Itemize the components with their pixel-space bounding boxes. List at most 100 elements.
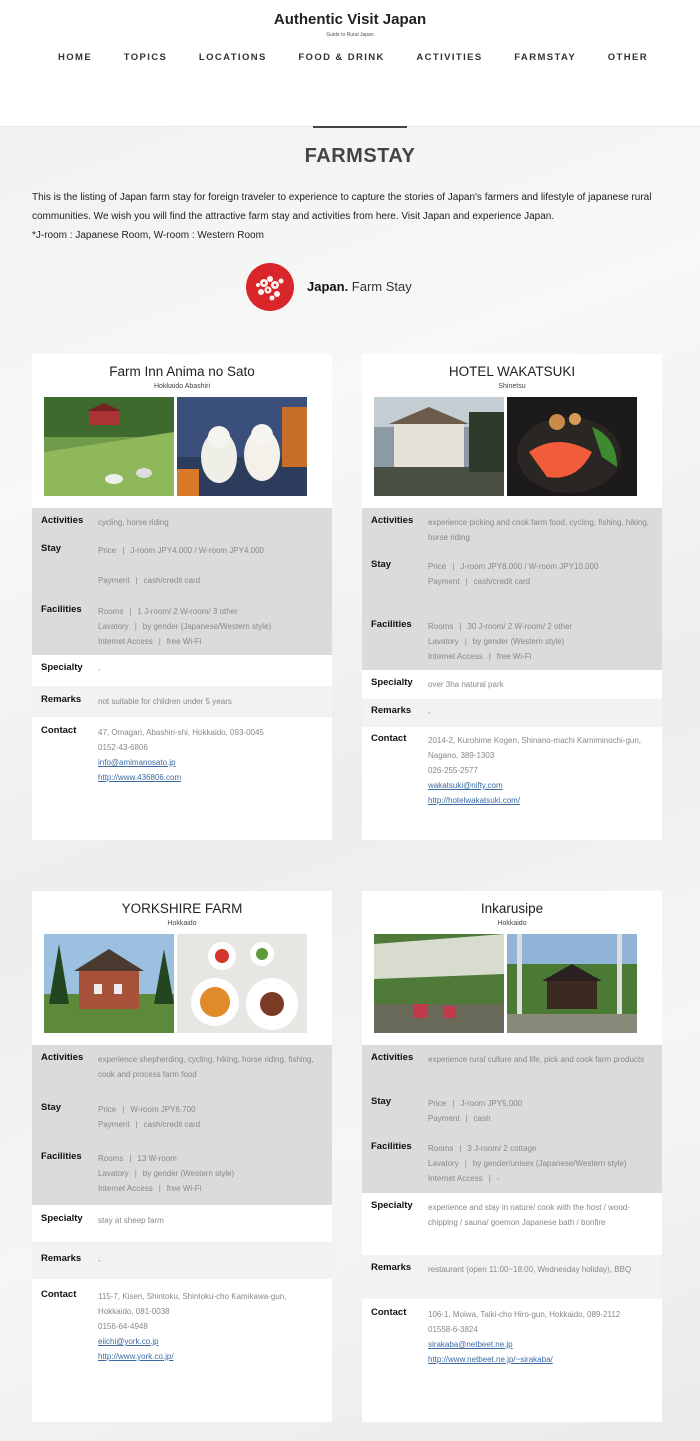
contact-website-link[interactable]: http://hotelwakatsuki.com/ — [428, 793, 650, 808]
payment-label: Payment — [428, 577, 460, 586]
specialty-label: Specialty — [41, 662, 83, 673]
activities-value: experience shepherding, cycling, hiking,… — [98, 1055, 314, 1079]
farm-card-inkarusipe: Inkarusipe Hokkaido Activities experienc… — [362, 891, 662, 1422]
contact-website-link[interactable]: http://www.436806.com — [98, 770, 264, 785]
facilities-label: Facilities — [371, 619, 412, 630]
rooms-label: Rooms — [428, 622, 454, 631]
activities-label: Activities — [371, 515, 414, 526]
rooms-value: 13 W-room — [137, 1154, 177, 1163]
contact-address: 106-1, Moiwa, Taiki-cho Hiro-gun, Hokkai… — [428, 1310, 621, 1319]
lavatory-value: by gender/unisex (Japanese/Western style… — [472, 1159, 627, 1168]
internet-label: Internet Access — [98, 637, 153, 646]
lavatory-label: Lavatory — [98, 622, 129, 631]
specialty-value: experience and stay in nature/ cook with… — [428, 1203, 630, 1227]
room-legend: *J-room : Japanese Room, W-room : Wester… — [32, 230, 264, 241]
intro-text: This is the listing of Japan farm stay f… — [32, 188, 682, 245]
rooms-value: 1 J-room/ 2 W-room/ 3 other — [137, 607, 238, 616]
contact-phone: 026-255-2577 — [428, 766, 478, 775]
hotel-building-photo — [374, 397, 504, 496]
remarks-label: Remarks — [371, 1262, 412, 1273]
activities-label: Activities — [371, 1052, 414, 1063]
site-title[interactable]: Authentic Visit Japan — [0, 11, 700, 28]
internet-value: - — [496, 1174, 500, 1183]
contact-address: 2014-2, Kurohime Kogen, Shinano-machi Ka… — [428, 736, 642, 760]
stay-label: Stay — [371, 1096, 392, 1107]
site-header: Authentic Visit Japan Guide to Rural Jap… — [0, 0, 700, 127]
lavatory-label: Lavatory — [98, 1169, 129, 1178]
facilities-label: Facilities — [41, 1151, 82, 1162]
rooms-label: Rooms — [98, 1154, 124, 1163]
nav-other[interactable]: OTHER — [608, 52, 648, 63]
nav-food-drink[interactable]: FOOD & DRINK — [298, 52, 384, 63]
farm-name: Inkarusipe — [480, 901, 544, 916]
remarks-label: Remarks — [41, 1253, 82, 1264]
lavatory-value: by gender (Western style) — [142, 1169, 235, 1178]
lavatory-value: by gender (Western style) — [472, 637, 565, 646]
contact-email-link[interactable]: sirakaba@netbeet.ne.jp — [428, 1337, 620, 1352]
price-label: Price — [428, 562, 447, 571]
price-value: J-room JPY4,000 / W-room JPY4,000 — [130, 546, 264, 555]
contact-website-link[interactable]: http://www.netbeet.ne.jp/~sirakaba/ — [428, 1352, 620, 1367]
meal-plates-photo — [177, 934, 307, 1033]
price-value: W-room JPY6,700 — [130, 1105, 196, 1114]
farm-location: Hokkaido — [167, 920, 197, 927]
specialty-label: Specialty — [41, 1213, 83, 1224]
payment-label: Payment — [98, 1120, 130, 1129]
nav-home[interactable]: HOME — [58, 52, 92, 63]
nav-topics[interactable]: TOPICS — [124, 52, 168, 63]
activities-value: experience rural culture and life, pick … — [428, 1055, 645, 1064]
farm-card-anima-no-sato: Farm Inn Anima no Sato Hokkaido Abashiri… — [32, 354, 332, 840]
activities-label: Activities — [41, 1052, 84, 1063]
activities-label: Activities — [41, 515, 84, 526]
payment-value: cash/credit card — [143, 1120, 201, 1129]
rooms-value: 3 J-room/ 2 cottage — [467, 1144, 537, 1153]
internet-value: free Wi-Fi — [166, 637, 202, 646]
title-divider — [313, 126, 407, 128]
payment-label: Payment — [98, 576, 130, 585]
intro-paragraph: This is the listing of Japan farm stay f… — [32, 192, 652, 222]
outdoor-tent-photo — [374, 934, 504, 1033]
rooms-label: Rooms — [428, 1144, 454, 1153]
lavatory-value: by gender (Japanese/Western style) — [142, 622, 272, 631]
contact-phone: 0152-43-6806 — [98, 743, 148, 752]
contact-phone: 0156-64-4948 — [98, 1322, 148, 1331]
price-label: Price — [98, 546, 117, 555]
activities-value: cycling, horse riding — [98, 518, 169, 527]
contact-website-link[interactable]: http://www.york.co.jp/ — [98, 1349, 320, 1364]
internet-label: Internet Access — [98, 1184, 153, 1193]
farm-location: Hokkaido Abashiri — [153, 383, 211, 390]
farm-card-yorkshire-farm: YORKSHIRE FARM Hokkaido Activities exper… — [32, 891, 332, 1422]
contact-email-link[interactable]: wakatsuki@nifty.com — [428, 778, 650, 793]
internet-label: Internet Access — [428, 652, 483, 661]
payment-value: cash/credit card — [473, 577, 531, 586]
contact-label: Contact — [41, 725, 77, 736]
payment-label: Payment — [428, 1114, 460, 1123]
price-label: Price — [428, 1099, 447, 1108]
price-label: Price — [98, 1105, 117, 1114]
rooms-label: Rooms — [98, 607, 124, 616]
stay-label: Stay — [41, 543, 62, 554]
salmon-dish-photo — [507, 397, 637, 496]
internet-value: free Wi-Fi — [496, 652, 532, 661]
facilities-label: Facilities — [371, 1141, 412, 1152]
cottage-photo — [507, 934, 637, 1033]
specialty-value: over 3ha natural park — [428, 680, 504, 689]
contact-email-link[interactable]: info@amimanosato.jp — [98, 755, 264, 770]
internet-label: Internet Access — [428, 1174, 483, 1183]
contact-address: 47, Omagari, Abashiri-shi, Hokkaido, 093… — [98, 728, 264, 737]
nav-locations[interactable]: LOCATIONS — [199, 52, 267, 63]
activities-value: experience picking and cook farm food, c… — [428, 518, 650, 542]
nav-activities[interactable]: ACTIVITIES — [416, 52, 482, 63]
stay-label: Stay — [41, 1102, 62, 1113]
farm-location: Hokkaido — [497, 920, 527, 927]
farmhouse-photo — [44, 934, 174, 1033]
lavatory-label: Lavatory — [428, 637, 459, 646]
nav-farmstay[interactable]: FARMSTAY — [514, 52, 576, 63]
contact-phone: 01558-6-3824 — [428, 1325, 478, 1334]
contact-email-link[interactable]: eiichi@york.co.jp — [98, 1334, 320, 1349]
contact-label: Contact — [41, 1289, 77, 1300]
specialty-value: - — [98, 665, 101, 674]
farm-name: Farm Inn Anima no Sato — [109, 364, 255, 379]
specialty-label: Specialty — [371, 1200, 413, 1211]
cherry-blossom-icon — [246, 263, 294, 311]
